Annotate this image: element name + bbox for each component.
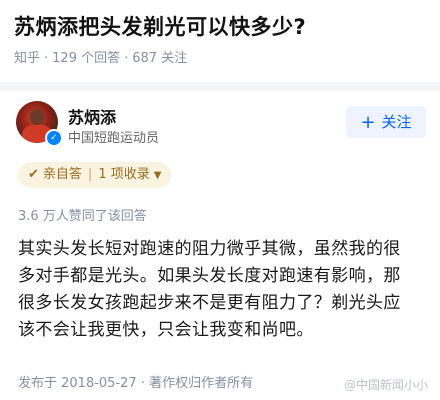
- chevron-down-icon: ▼: [153, 170, 162, 181]
- plus-icon: +: [360, 112, 376, 133]
- follow-button[interactable]: + 关注: [346, 106, 426, 138]
- collection-label: 1 项收录: [98, 167, 150, 182]
- watermark: @中国新闻小小: [343, 378, 428, 392]
- answer-tag[interactable]: ✔ 亲自答 | 1 项收录 ▼: [18, 162, 172, 188]
- question-header: 苏炳添把头发剃光可以快多少? 知乎 · 129 个回答 · 687 关注: [0, 0, 440, 82]
- self-answer-label: 亲自答: [42, 167, 82, 182]
- tag-separator: |: [87, 167, 93, 182]
- publish-info: 发布于 2018-05-27 · 著作权归作者所有: [18, 376, 254, 391]
- question-meta: 知乎 · 129 个回答 · 687 关注: [14, 50, 426, 68]
- source-label[interactable]: 知乎: [14, 51, 40, 66]
- section-divider: [0, 82, 440, 91]
- approve-count: 3.6 万人赞同了该回答: [18, 209, 147, 224]
- follower-count[interactable]: 687 关注: [132, 51, 187, 66]
- verified-badge-icon: ✓: [45, 129, 63, 147]
- meta-separator: ·: [44, 51, 49, 66]
- author-name[interactable]: 苏炳添: [68, 104, 116, 128]
- avatar-face: [30, 109, 44, 125]
- follow-label: 关注: [381, 113, 412, 131]
- answer-count[interactable]: 129 个回答: [52, 51, 120, 66]
- meta-separator: ·: [124, 51, 129, 66]
- question-title[interactable]: 苏炳添把头发剃光可以快多少?: [14, 12, 426, 42]
- author-description: 中国短跑运动员: [68, 131, 160, 146]
- checkmark-circle-icon: ✔: [28, 167, 39, 182]
- author-card: ✓ 苏炳添 中国短跑运动员 + 关注: [0, 91, 440, 153]
- answer-content: 其实头发长短对跑速的阻力微乎其微，虽然我的很 多对手都是光头。如果头发长度对跑速…: [18, 239, 401, 340]
